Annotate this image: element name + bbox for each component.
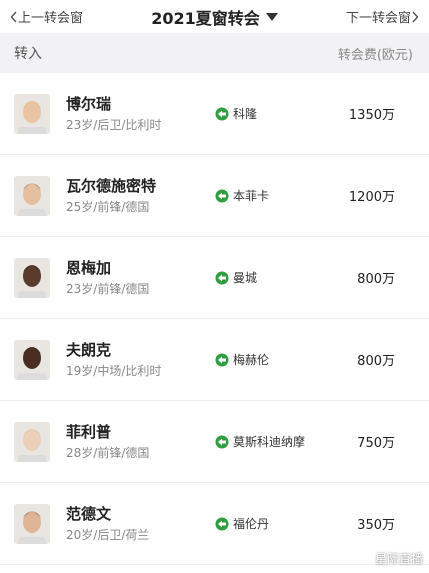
player-name: 恩梅加: [66, 258, 112, 277]
transfer-fee: 800万: [357, 354, 395, 369]
chevron-right-icon: [412, 11, 419, 22]
player-name: 菲利普: [66, 422, 112, 441]
from-club-name: 曼城: [233, 271, 258, 285]
transfer-in-heading: 转入: [14, 46, 42, 62]
player-avatar: [14, 175, 50, 216]
transfer-in-arrow-icon: [215, 271, 229, 284]
from-club: 科隆: [215, 105, 257, 122]
transfer-fee: 800万: [357, 272, 395, 287]
from-club: 曼城: [215, 269, 257, 286]
player-name: 夫朗克: [66, 340, 112, 359]
player-row[interactable]: 瓦尔德施密特 25岁/前锋/德国 本菲卡 1200万: [0, 155, 429, 237]
transfer-list: 博尔瑞 23岁/后卫/比利时 科隆 1350万 瓦尔德施密特 25岁/前锋/德国: [0, 73, 429, 565]
player-avatar: [14, 421, 50, 462]
player-row[interactable]: 夫朗克 19岁/中场/比利时 梅赫伦 800万: [0, 319, 429, 401]
prev-window-button[interactable]: 上一转会窗: [10, 7, 83, 26]
from-club-name: 梅赫伦: [233, 353, 270, 367]
transfer-in-arrow-icon: [215, 435, 229, 448]
transfer-fee: 1200万: [348, 190, 395, 205]
list-header: 转入 转会费(欧元): [0, 33, 429, 73]
from-club-name: 本菲卡: [233, 189, 270, 203]
player-details: 19岁/中场/比利时: [66, 363, 162, 378]
from-club: 莫斯科迪纳摩: [215, 433, 305, 450]
from-club-name: 莫斯科迪纳摩: [233, 435, 306, 449]
transfer-in-arrow-icon: [215, 353, 229, 366]
player-details: 23岁/后卫/比利时: [66, 117, 162, 132]
player-row[interactable]: 菲利普 28岁/前锋/德国 莫斯科迪纳摩 750万: [0, 401, 429, 483]
window-selector[interactable]: 2021夏窗转会: [151, 5, 278, 29]
page-title: 2021夏窗转会: [151, 8, 260, 28]
transfer-fee: 750万: [357, 436, 395, 451]
chevron-left-icon: [10, 11, 17, 22]
watermark: 星际直播: [374, 552, 423, 566]
transfer-in-arrow-icon: [215, 189, 229, 202]
player-avatar: [14, 339, 50, 380]
player-details: 20岁/后卫/荷兰: [66, 527, 150, 542]
transfer-in-arrow-icon: [215, 517, 229, 530]
prev-window-label: 上一转会窗: [18, 11, 84, 26]
next-window-label: 下一转会窗: [345, 11, 411, 26]
player-avatar: [14, 503, 50, 544]
from-club: 梅赫伦: [215, 351, 269, 368]
transfer-fee: 1350万: [348, 108, 395, 123]
player-details: 25岁/前锋/德国: [66, 199, 150, 214]
from-club: 福伦丹: [215, 515, 269, 532]
player-name: 瓦尔德施密特: [66, 176, 157, 195]
transfer-fee: 350万: [357, 518, 395, 533]
from-club: 本菲卡: [215, 187, 269, 204]
top-bar: 上一转会窗 2021夏窗转会 下一转会窗: [0, 0, 429, 33]
player-name: 博尔瑞: [66, 94, 112, 113]
caret-down-icon: [265, 12, 278, 21]
player-avatar: [14, 257, 50, 298]
from-club-name: 福伦丹: [233, 517, 270, 531]
player-name: 范德文: [66, 504, 112, 523]
next-window-button[interactable]: 下一转会窗: [346, 7, 419, 26]
player-avatar: [14, 93, 50, 134]
player-row[interactable]: 博尔瑞 23岁/后卫/比利时 科隆 1350万: [0, 73, 429, 155]
from-club-name: 科隆: [233, 107, 258, 121]
player-details: 28岁/前锋/德国: [66, 445, 150, 460]
transfer-in-arrow-icon: [215, 107, 229, 120]
player-row[interactable]: 恩梅加 23岁/前锋/德国 曼城 800万: [0, 237, 429, 319]
fee-column-heading: 转会费(欧元): [337, 47, 413, 63]
player-details: 23岁/前锋/德国: [66, 281, 150, 296]
player-row[interactable]: 范德文 20岁/后卫/荷兰 福伦丹 350万: [0, 483, 429, 565]
